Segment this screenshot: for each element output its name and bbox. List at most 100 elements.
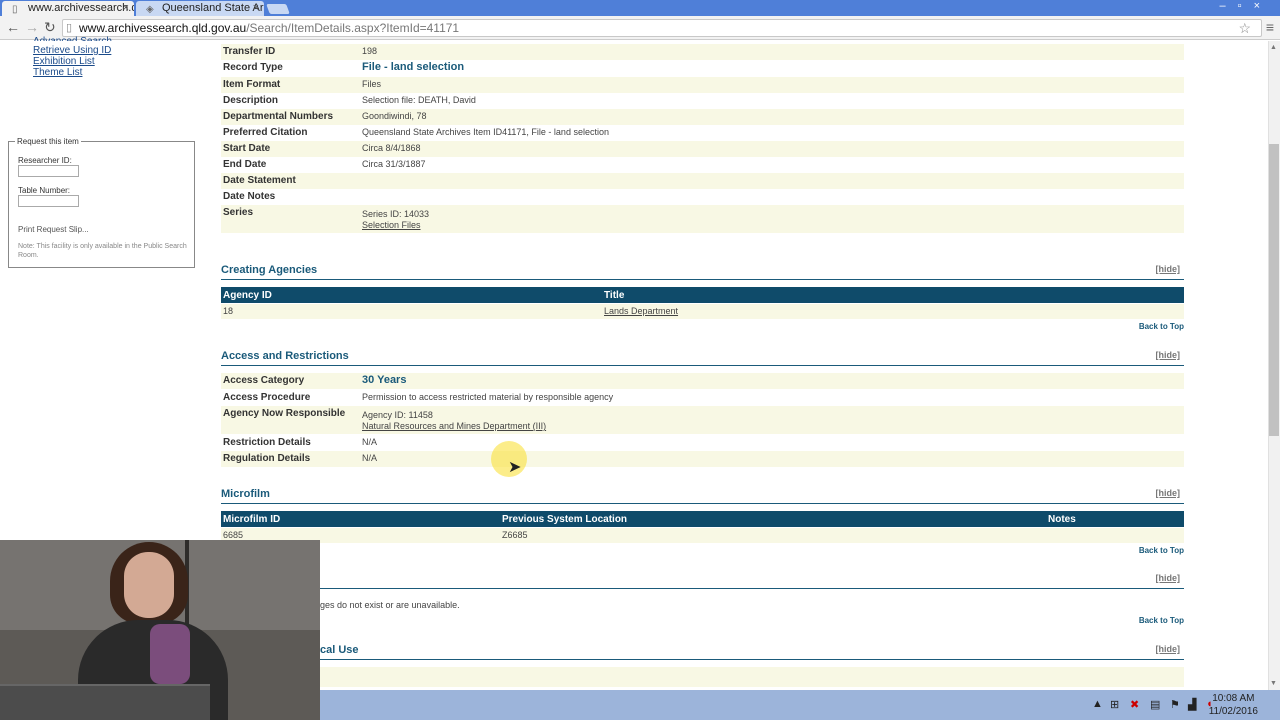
detail-label: Series bbox=[223, 207, 254, 218]
browser-toolbar: ← → ↻ ▯ www.archivessearch.qld.gov.au/Se… bbox=[0, 16, 1280, 40]
detail-row-transfer-id: Transfer ID 198 bbox=[221, 44, 1184, 60]
nav-theme-list[interactable]: Theme List bbox=[33, 67, 82, 78]
new-tab-button[interactable] bbox=[266, 4, 290, 14]
access-row-agency-now-responsible: Agency Now Responsible Agency ID: 11458 … bbox=[221, 406, 1184, 434]
nav-retrieve-using-id[interactable]: Retrieve Using ID bbox=[33, 45, 111, 56]
address-host: www.archivessearch.qld.gov.au bbox=[79, 21, 247, 35]
tray-expand-icon[interactable]: ▲ bbox=[1092, 698, 1103, 710]
nav-advanced-search[interactable]: Advanced Search bbox=[33, 36, 112, 41]
detail-row-start-date: Start Date Circa 8/4/1868 bbox=[221, 141, 1184, 157]
table-number-input[interactable] bbox=[18, 195, 79, 207]
detail-value: 30 Years bbox=[362, 374, 407, 386]
tray-device-icon[interactable]: ▤ bbox=[1150, 698, 1160, 711]
agency-title-link[interactable]: Lands Department bbox=[604, 306, 678, 316]
microfilm-table-header: Microfilm ID Previous System Location No… bbox=[221, 511, 1184, 527]
windows-logo-icon[interactable]: ⊞ bbox=[1110, 698, 1119, 711]
access-row-regulation-details: Regulation Details N/A bbox=[221, 451, 1184, 467]
section-title: cal Use bbox=[320, 644, 359, 656]
browser-menu-icon[interactable]: ≡ bbox=[1266, 19, 1274, 35]
page-info-icon[interactable]: ▯ bbox=[66, 20, 72, 36]
restore-icon[interactable]: ▫ bbox=[1238, 0, 1254, 12]
table-row: 6685 Z6685 bbox=[221, 528, 1184, 543]
hide-link[interactable]: [hide] bbox=[1156, 644, 1181, 654]
section-title: Creating Agencies bbox=[221, 264, 318, 276]
print-request-slip-link[interactable]: Print Request Slip... bbox=[18, 225, 89, 234]
detail-row-end-date: End Date Circa 31/3/1887 bbox=[221, 157, 1184, 173]
tray-flag-icon[interactable]: ⚑ bbox=[1170, 698, 1180, 711]
back-arrow-icon[interactable]: ← bbox=[6, 19, 20, 35]
close-window-icon[interactable]: × bbox=[1254, 0, 1272, 12]
detail-value: Queensland State Archives Item ID41171, … bbox=[362, 127, 609, 137]
detail-label: Regulation Details bbox=[223, 453, 311, 464]
archives-favicon-icon: ◈ bbox=[146, 4, 154, 15]
request-box-legend: Request this item bbox=[15, 137, 81, 146]
detail-label: Start Date bbox=[223, 143, 271, 154]
tray-x-icon[interactable]: ✖ bbox=[1130, 698, 1139, 711]
detail-row-date-notes: Date Notes bbox=[221, 189, 1184, 205]
window-controls[interactable]: –▫× bbox=[1220, 0, 1272, 12]
images-unavailable-message: ges do not exist or are unavailable. bbox=[320, 600, 460, 610]
clock-time: 10:08 AM bbox=[1212, 693, 1255, 704]
back-to-top-link[interactable]: Back to Top bbox=[1139, 322, 1184, 331]
close-tab-icon[interactable]: × bbox=[253, 1, 259, 15]
hide-link[interactable]: [hide] bbox=[1156, 573, 1181, 583]
tab-archivessearch[interactable]: ▯ www.archivessearch.q × bbox=[2, 1, 134, 16]
taskbar-clock[interactable]: 10:08 AM 11/02/2016 bbox=[1209, 692, 1258, 718]
researcher-id-input[interactable] bbox=[18, 165, 79, 177]
detail-row-record-type: Record Type File - land selection bbox=[221, 60, 1184, 76]
browser-tab-strip: ▯ www.archivessearch.q × ◈ Queensland St… bbox=[0, 0, 1280, 16]
access-section-header: Access and Restrictions [hide] bbox=[221, 349, 1184, 366]
section-title: Microfilm bbox=[221, 488, 270, 500]
column-header: Previous System Location bbox=[502, 514, 628, 525]
tab-queensland-state-archives[interactable]: ◈ Queensland State Arc × bbox=[136, 1, 264, 16]
detail-label: Agency Now Responsible bbox=[223, 408, 346, 419]
minimize-icon[interactable]: – bbox=[1220, 0, 1238, 12]
detail-label: Date Statement bbox=[223, 175, 296, 186]
scroll-down-icon[interactable]: ▼ bbox=[1270, 680, 1277, 687]
network-signal-icon[interactable]: ▟ bbox=[1188, 698, 1196, 711]
series-link[interactable]: Selection Files bbox=[362, 220, 421, 230]
detail-value: Circa 31/3/1887 bbox=[362, 159, 426, 169]
access-row-category: Access Category 30 Years bbox=[221, 373, 1184, 389]
detail-value: Permission to access restricted material… bbox=[362, 392, 614, 402]
creating-agencies-section-header: Creating Agencies [hide] bbox=[221, 263, 1184, 280]
detail-label: Access Category bbox=[223, 375, 305, 386]
microfilm-section-header: Microfilm [hide] bbox=[221, 487, 1184, 504]
detail-value: Files bbox=[362, 79, 382, 89]
column-header: Title bbox=[604, 290, 625, 301]
creating-agencies-table-header: Agency ID Title bbox=[221, 287, 1184, 303]
detail-value: Agency ID: 11458 bbox=[362, 410, 433, 420]
reload-icon[interactable]: ↻ bbox=[44, 19, 56, 36]
researcher-id-label: Researcher ID: bbox=[18, 156, 72, 165]
nav-exhibition-list[interactable]: Exhibition List bbox=[33, 56, 95, 67]
presenter-face bbox=[124, 552, 174, 618]
request-item-box: Request this item Researcher ID: Table N… bbox=[8, 137, 195, 268]
detail-label: Record Type bbox=[223, 62, 283, 73]
back-to-top-link[interactable]: Back to Top bbox=[1139, 546, 1184, 555]
detail-label: Description bbox=[223, 95, 279, 106]
detail-label: Date Notes bbox=[223, 191, 276, 202]
column-header: Agency ID bbox=[223, 290, 272, 301]
webcam-overlay bbox=[0, 540, 320, 720]
tab-label: Queensland State Arc bbox=[162, 2, 264, 14]
table-number-label: Table Number: bbox=[18, 186, 71, 195]
back-to-top-link[interactable]: Back to Top bbox=[1139, 616, 1184, 625]
address-bar[interactable]: ▯ www.archivessearch.qld.gov.au/Search/I… bbox=[62, 19, 1262, 37]
forward-arrow-icon[interactable]: → bbox=[25, 19, 39, 35]
responsible-agency-link[interactable]: Natural Resources and Mines Department (… bbox=[362, 421, 546, 431]
hide-link[interactable]: [hide] bbox=[1156, 488, 1181, 498]
detail-row-preferred-citation: Preferred Citation Queensland State Arch… bbox=[221, 125, 1184, 141]
page-icon: ▯ bbox=[12, 4, 18, 15]
local-use-row bbox=[221, 667, 1184, 687]
bookmark-star-icon[interactable]: ☆ bbox=[1238, 20, 1251, 36]
close-tab-icon[interactable]: × bbox=[123, 1, 129, 15]
detail-label: End Date bbox=[223, 159, 267, 170]
hide-link[interactable]: [hide] bbox=[1156, 264, 1181, 274]
detail-label: Transfer ID bbox=[223, 46, 276, 57]
scroll-up-icon[interactable]: ▲ bbox=[1270, 44, 1277, 51]
detail-value: Goondiwindi, 78 bbox=[362, 111, 427, 121]
detail-row-series: Series Series ID: 14033 Selection Files bbox=[221, 205, 1184, 233]
scrollbar-thumb[interactable] bbox=[1269, 144, 1279, 436]
hide-link[interactable]: [hide] bbox=[1156, 350, 1181, 360]
mouse-cursor-icon: ➤ bbox=[508, 459, 522, 476]
